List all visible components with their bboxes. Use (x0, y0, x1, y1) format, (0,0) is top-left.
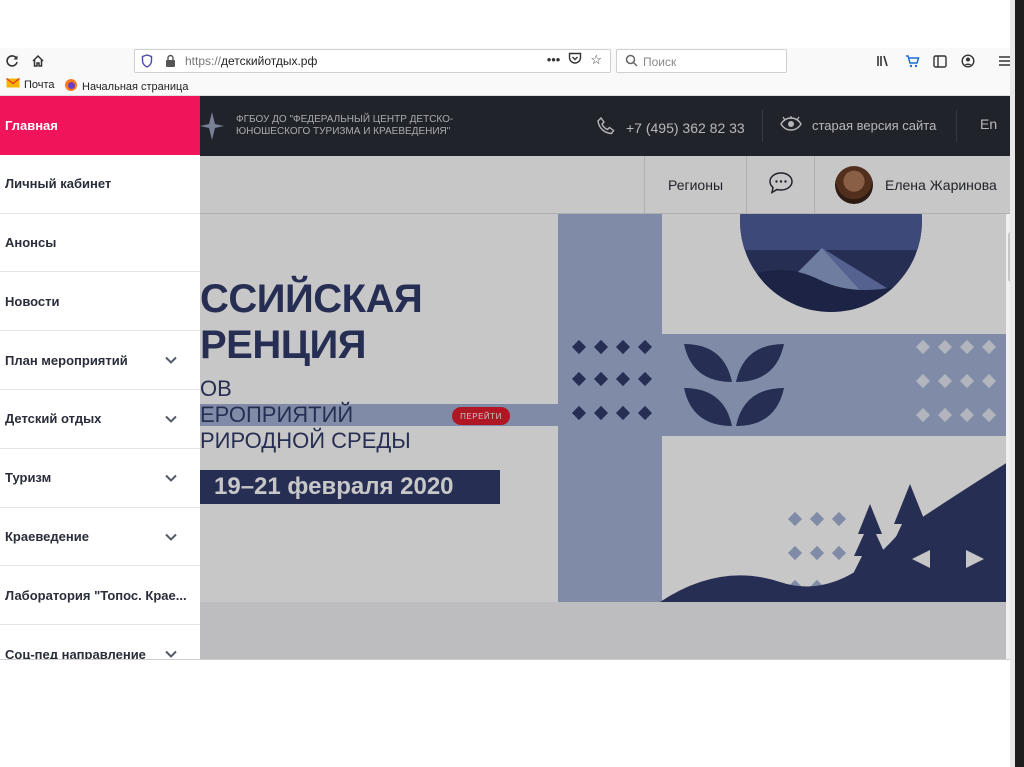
menu-item-announcements[interactable]: Анонсы (0, 214, 200, 273)
reload-icon[interactable] (2, 51, 22, 71)
account-icon[interactable] (958, 51, 978, 71)
menu-item-news[interactable]: Новости (0, 272, 200, 332)
bookmark-mail[interactable]: Почта (6, 77, 55, 91)
chevron-down-icon[interactable] (164, 471, 178, 485)
home-icon[interactable] (28, 51, 48, 71)
bookmark-start-page[interactable]: Начальная страница (64, 78, 188, 95)
screen-edge (1010, 0, 1024, 767)
library-icon[interactable] (873, 51, 893, 71)
nav-drawer: Главная Личный кабинет Анонсы Новости Пл… (0, 96, 200, 660)
firefox-icon (64, 78, 78, 95)
menu-item-kids-rest[interactable]: Детский отдых (0, 390, 200, 449)
chevron-down-icon[interactable] (164, 647, 178, 660)
shield-icon[interactable] (141, 54, 153, 73)
lock-icon (165, 54, 176, 73)
pocket-icon[interactable] (568, 52, 582, 68)
bookmarks-bar: Почта Начальная страница (0, 74, 1010, 96)
menu-item-events-plan[interactable]: План мероприятий (0, 331, 200, 390)
chevron-down-icon[interactable] (164, 530, 178, 544)
slide: https://детскийотдых.рф ••• ☆ Поиск Почт… (0, 0, 1024, 767)
address-bar[interactable]: https://детскийотдых.рф ••• ☆ (134, 49, 611, 73)
search-icon (625, 54, 638, 72)
chevron-down-icon[interactable] (164, 412, 178, 426)
menu-item-tourism[interactable]: Туризм (0, 449, 200, 508)
hamburger-icon[interactable] (994, 51, 1010, 71)
search-placeholder: Поиск (643, 55, 677, 69)
browser-toolbar: https://детскийотдых.рф ••• ☆ Поиск (0, 48, 1010, 74)
menu-item-laboratory[interactable]: Лаборатория "Топос. Крае... (0, 566, 200, 626)
mail-icon (6, 77, 20, 91)
menu-item-local-history[interactable]: Краеведение (0, 508, 200, 567)
chevron-down-icon[interactable] (164, 353, 178, 367)
page-scrollbar[interactable] (1006, 214, 1010, 659)
menu-item-home[interactable]: Главная (0, 96, 200, 155)
menu-item-social-pedagogy[interactable]: Соц-пед направление (0, 625, 200, 660)
more-icon[interactable]: ••• (547, 52, 561, 68)
star-icon[interactable]: ☆ (590, 52, 602, 68)
search-bar[interactable]: Поиск (616, 49, 787, 73)
browser-window: https://детскийотдых.рф ••• ☆ Поиск Почт… (0, 48, 1010, 660)
menu-item-cabinet[interactable]: Личный кабинет (0, 155, 200, 214)
url-text[interactable]: https://детскийотдых.рф (185, 54, 317, 68)
sidebar-icon[interactable] (930, 51, 950, 71)
cart-icon[interactable] (902, 51, 922, 71)
